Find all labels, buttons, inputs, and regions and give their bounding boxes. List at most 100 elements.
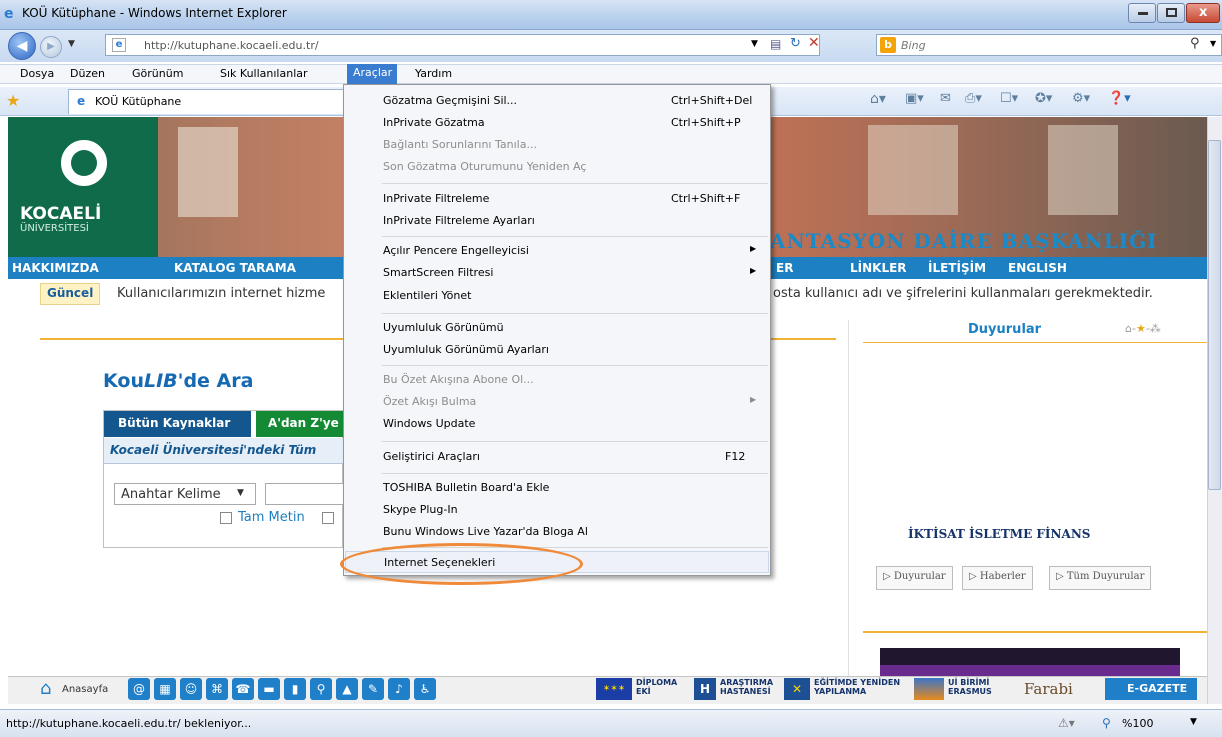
phone-icon[interactable]: ☎ [232, 678, 254, 700]
status-text: http://kutuphane.kocaeli.edu.tr/ bekleni… [6, 717, 252, 730]
menu-item-ozet-bulma: Özet Akışı Bulma ▶ [345, 391, 769, 413]
nav-iletisim[interactable]: İLETİŞİM [928, 261, 986, 275]
scrollbar-thumb[interactable] [1208, 140, 1221, 490]
menu-item-gelistirici-araclari[interactable]: Geliştirici Araçları F12 [345, 446, 769, 468]
document-icon[interactable]: ✎ [362, 678, 384, 700]
browser-tab[interactable]: e KOÜ Kütüphane [68, 89, 346, 114]
compat-view-icon[interactable]: ▤ [770, 37, 781, 51]
back-button[interactable]: ◀ [8, 32, 36, 60]
menu-separator [382, 441, 768, 442]
minimize-button[interactable] [1128, 3, 1156, 23]
book-icon[interactable]: ▬ [258, 678, 280, 700]
menu-item-ozet-abone: Bu Özet Akışına Abone Ol... [345, 369, 769, 391]
accessibility-icon[interactable]: ♿ [414, 678, 436, 700]
page-toolbar-icon[interactable]: ☐▾ [1000, 91, 1018, 106]
menu-araclar[interactable]: Araçlar [347, 64, 397, 84]
menu-item-eklentileri-yonet[interactable]: Eklentileri Yönet [345, 285, 769, 307]
ui-birimi-link[interactable]: Uİ BİRİMİ ERASMUS [948, 678, 998, 700]
music-icon[interactable]: ♪ [388, 678, 410, 700]
bing-logo-icon: b [880, 37, 896, 53]
help-toolbar-icon[interactable]: ❓▾ [1108, 91, 1131, 106]
feeds-toolbar-icon[interactable]: ▣▾ [905, 91, 924, 106]
tab-a-z[interactable]: A'dan Z'ye [256, 411, 346, 437]
menu-yardim[interactable]: Yardım [415, 67, 452, 80]
users-icon[interactable]: ☺ [180, 678, 202, 700]
item-label: Uyumluluk Görünümü [383, 321, 504, 334]
diploma-link[interactable]: DİPLOMA EKİ [636, 678, 680, 700]
email-icon[interactable]: @ [128, 678, 150, 700]
search-input[interactable]: b Bing ⚲ ▼ [876, 34, 1222, 56]
full-text-checkbox[interactable] [220, 512, 232, 524]
menu-item-inprivate-gozatma[interactable]: InPrivate Gözatma Ctrl+Shift+P [345, 112, 769, 134]
menu-item-skype[interactable]: Skype Plug-In [345, 499, 769, 521]
magnifier-icon[interactable]: ⚲ [310, 678, 332, 700]
duyurular-button[interactable]: ▷ Duyurular [876, 566, 953, 590]
keyword-input[interactable] [265, 483, 347, 505]
zoom-icon[interactable]: ⚲ [1102, 716, 1111, 730]
checkbox-2[interactable] [322, 512, 334, 524]
mail-toolbar-icon[interactable]: ✉ [940, 91, 951, 106]
tools-toolbar-icon[interactable]: ⚙▾ [1072, 91, 1090, 106]
ticker-text-left[interactable]: Kullanıcılarımızın internet hizme [117, 286, 325, 301]
refresh-icon[interactable]: ↻ [790, 36, 801, 51]
protected-mode-icon[interactable]: ⚠▾ [1058, 716, 1075, 730]
graduation-icon[interactable]: ▲ [336, 678, 358, 700]
haberler-button[interactable]: ▷ Haberler [962, 566, 1033, 590]
link-icon[interactable]: ⌘ [206, 678, 228, 700]
address-input[interactable]: e http://kutuphane.kocaeli.edu.tr/ ▼ ▤ ↻… [105, 34, 820, 56]
search-icon[interactable]: ⚲ [1190, 36, 1200, 51]
tab-butun-kaynaklar[interactable]: Bütün Kaynaklar [104, 411, 251, 437]
egitim-link[interactable]: EĞİTİMDE YENİDEN YAPILANMA [814, 678, 904, 700]
announcement-item[interactable]: İKTİSAT İSLETME FİNANS [908, 527, 1090, 541]
home-icon[interactable]: ⌂ [40, 678, 51, 699]
calendar-icon[interactable]: ▦ [154, 678, 176, 700]
menu-item-uyumluluk-ayarlari[interactable]: Uyumluluk Görünümü Ayarları [345, 339, 769, 361]
menu-duzen[interactable]: Düzen [70, 67, 105, 80]
nav-linkler[interactable]: LİNKLER [850, 261, 907, 275]
ticker-text-right[interactable]: osta kullanıcı adı ve şifrelerini kullan… [773, 286, 1153, 301]
home-link[interactable]: Anasayfa [62, 684, 108, 695]
home-toolbar-icon[interactable]: ⌂▾ [870, 91, 886, 107]
nav-english[interactable]: ENGLISH [1008, 261, 1067, 275]
safety-toolbar-icon[interactable]: ✪▾ [1035, 91, 1052, 106]
nav-katalog-tarama[interactable]: KATALOG TARAMA [174, 261, 296, 275]
tum-duyurular-button[interactable]: ▷ Tüm Duyurular [1049, 566, 1152, 590]
menu-item-inprivate-filtreleme[interactable]: InPrivate Filtreleme Ctrl+Shift+F [345, 188, 769, 210]
close-button[interactable]: x [1186, 3, 1220, 23]
menu-item-uyumluluk-gorunumu[interactable]: Uyumluluk Görünümü [345, 317, 769, 339]
menu-item-windows-live-yazar[interactable]: Bunu Windows Live Yazar'da Bloga Al [345, 521, 769, 543]
tools-menu: Gözatma Geçmişini Sil... Ctrl+Shift+Del I… [343, 84, 771, 576]
menu-item-acilir-pencere[interactable]: Açılır Pencere Engelleyicisi ▶ [345, 240, 769, 262]
egazete-link[interactable]: E-GAZETE [1105, 678, 1197, 700]
zoom-level[interactable]: %100 [1122, 717, 1153, 730]
menu-item-smartscreen[interactable]: SmartScreen Filtresi ▶ [345, 262, 769, 284]
nav-hakkimizda[interactable]: HAKKIMIZDA [12, 261, 99, 275]
menu-item-gozatma-gecmisini-sil[interactable]: Gözatma Geçmişini Sil... Ctrl+Shift+Del [345, 90, 769, 112]
forward-button[interactable]: ▶ [40, 36, 62, 58]
item-label: Gözatma Geçmişini Sil... [383, 94, 518, 107]
menu-item-inprivate-filtreleme-ayarlari[interactable]: InPrivate Filtreleme Ayarları [345, 210, 769, 232]
history-dropdown-icon[interactable]: ▼ [68, 39, 75, 49]
menu-dosya[interactable]: Dosya [20, 67, 54, 80]
keyword-select[interactable]: Anahtar Kelime ▼ [114, 483, 256, 505]
ie-logo-icon: e [4, 6, 14, 22]
item-shortcut: Ctrl+Shift+Del [671, 94, 753, 107]
university-logo[interactable]: KOCAELİ ÜNİVERSİTESİ [8, 117, 158, 257]
print-toolbar-icon[interactable]: ⎙▾ [965, 91, 982, 106]
item-label: InPrivate Filtreleme [383, 192, 490, 205]
maximize-button[interactable] [1157, 3, 1185, 23]
farabi-link[interactable]: Farabi [1024, 680, 1073, 698]
search-dropdown-icon[interactable]: ▼ [1210, 39, 1216, 48]
zoom-dropdown-icon[interactable]: ▼ [1190, 717, 1197, 727]
favorites-star-icon[interactable]: ★ [6, 91, 20, 110]
announcement-tools-icon[interactable]: ⌂-★-⁂ [1125, 322, 1161, 335]
menu-sik-kullanilanlar[interactable]: Sık Kullanılanlar [220, 67, 308, 80]
menu-item-toshiba[interactable]: TOSHIBA Bulletin Board'a Ekle [345, 477, 769, 499]
menu-gorunum[interactable]: Görünüm [132, 67, 183, 80]
stats-icon[interactable]: ▮ [284, 678, 306, 700]
arastirma-link[interactable]: ARAŞTIRMA HASTANESİ [720, 678, 780, 700]
nav-er[interactable]: ER [776, 261, 793, 275]
address-dropdown-icon[interactable]: ▼ [751, 39, 758, 49]
menu-item-windows-update[interactable]: Windows Update [345, 413, 769, 435]
stop-icon[interactable]: ✕ [808, 35, 820, 51]
